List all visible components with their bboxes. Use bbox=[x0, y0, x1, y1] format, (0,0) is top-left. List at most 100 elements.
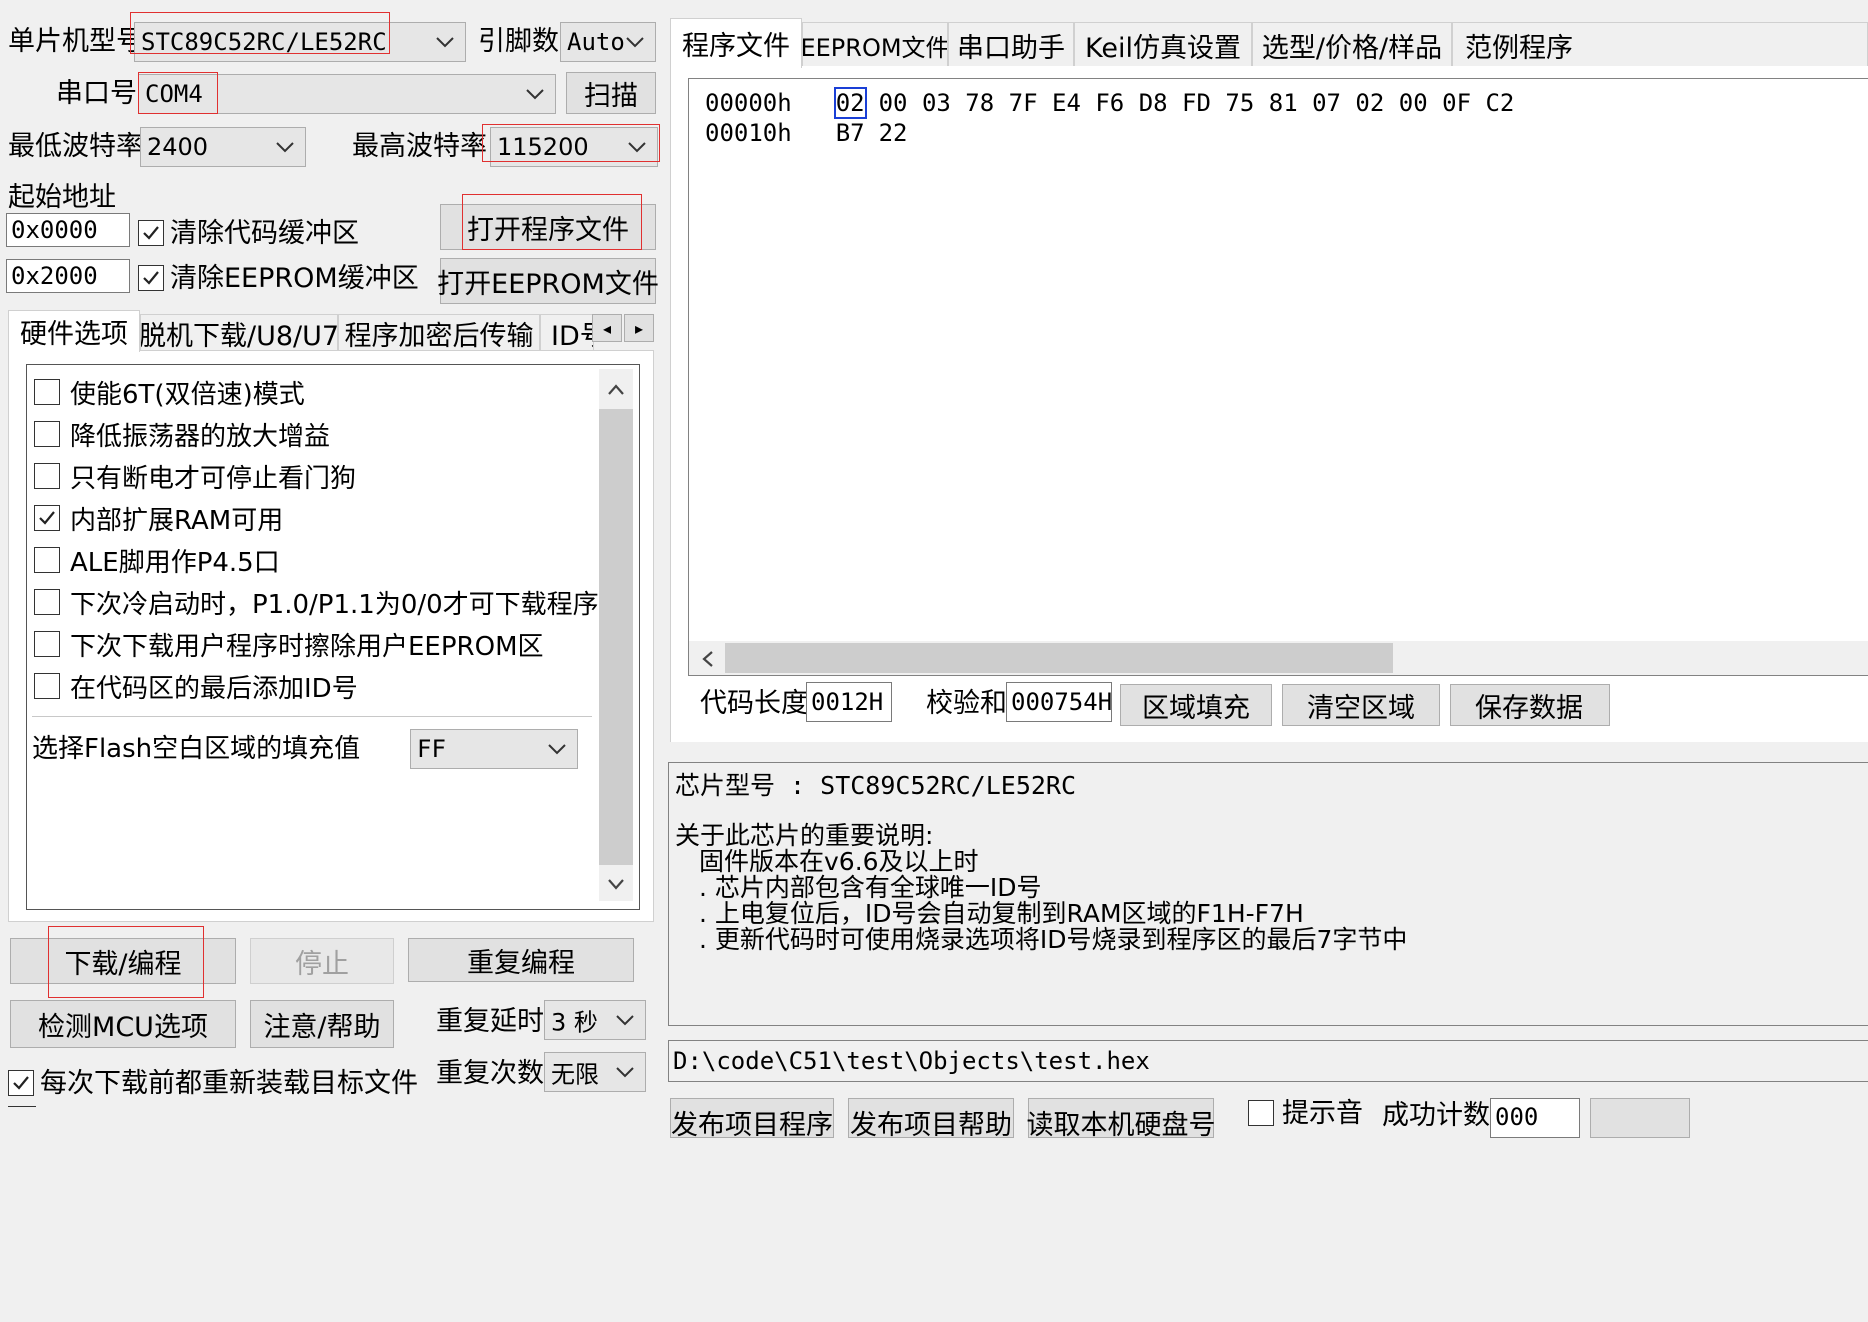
scroll-up-icon[interactable] bbox=[607, 383, 625, 397]
open-eeprom-file-button[interactable]: 打开EEPROM文件 bbox=[437, 258, 659, 304]
checkmark-icon bbox=[39, 511, 55, 525]
tab-id-number[interactable]: ID号 bbox=[540, 314, 594, 352]
scan-button[interactable]: 扫描 bbox=[566, 72, 656, 114]
beep-checkbox[interactable]: 提示音 bbox=[1248, 1100, 1363, 1130]
checkbox-box bbox=[34, 505, 60, 531]
checkbox-box bbox=[138, 220, 164, 246]
checkmark-icon bbox=[143, 226, 159, 240]
max-baud-label: 最高波特率 bbox=[352, 131, 487, 162]
cut-off-checkbox[interactable] bbox=[8, 1106, 36, 1110]
mcu-type-label: 单片机型号 bbox=[8, 26, 143, 57]
fill-value-select[interactable]: FF bbox=[410, 729, 578, 769]
pin-count-label: 引脚数 bbox=[478, 26, 559, 57]
clear-code-buffer-checkbox[interactable]: 清除代码缓冲区 bbox=[138, 216, 359, 250]
help-button[interactable]: 注意/帮助 bbox=[250, 1000, 394, 1048]
clear-eeprom-buffer-checkbox[interactable]: 清除EEPROM缓冲区 bbox=[138, 261, 419, 295]
tab-eeprom-file[interactable]: EEPROM文件 bbox=[802, 22, 948, 68]
eeprom-address-input[interactable]: 0x2000 bbox=[6, 259, 130, 293]
max-baud-select[interactable]: 115200 bbox=[490, 127, 658, 167]
scrollbar-thumb[interactable] bbox=[599, 409, 633, 865]
area-fill-button[interactable]: 区域填充 bbox=[1120, 684, 1272, 726]
options-divider bbox=[32, 716, 592, 717]
hardware-option-checkbox[interactable]: 下次冷启动时，P1.0/P1.1为0/0才可下载程序 bbox=[34, 582, 599, 622]
reset-count-button[interactable] bbox=[1590, 1098, 1690, 1138]
reload-before-download-checkbox[interactable]: 每次下载前都重新装载目标文件 bbox=[8, 1068, 418, 1098]
open-program-file-button[interactable]: 打开程序文件 bbox=[440, 204, 656, 250]
tab-program-file[interactable]: 程序文件 bbox=[670, 18, 802, 68]
checkbox-box bbox=[34, 421, 60, 447]
note-line: . 芯片内部包含有全球唯一ID号 bbox=[699, 873, 1042, 902]
repeat-delay-label: 重复延时 bbox=[436, 1006, 544, 1037]
tab-encrypted-transfer[interactable]: 程序加密后传输 bbox=[338, 314, 540, 352]
pin-count-value: Auto bbox=[567, 28, 625, 56]
hardware-option-checkbox[interactable]: ALE脚用作P4.5口 bbox=[34, 540, 280, 580]
max-baud-value: 115200 bbox=[497, 133, 589, 161]
hardware-option-checkbox[interactable]: 使能6T(双倍速)模式 bbox=[34, 372, 305, 412]
start-address-label: 起始地址 bbox=[8, 182, 116, 213]
repeat-count-label: 重复次数 bbox=[436, 1058, 544, 1089]
hex-byte[interactable]: B7 bbox=[836, 119, 865, 147]
save-data-button[interactable]: 保存数据 bbox=[1450, 684, 1610, 726]
scroll-left-icon[interactable] bbox=[701, 650, 715, 668]
checkmark-icon bbox=[143, 271, 159, 285]
port-label: 串口号 bbox=[56, 78, 137, 109]
tab-scroll-left-button[interactable]: ◂ bbox=[592, 314, 622, 342]
note-line: . 上电复位后，ID号会自动复制到RAM区域的F1H-F7H bbox=[699, 899, 1304, 928]
success-count-field: 000 bbox=[1490, 1098, 1580, 1138]
clear-code-buffer-label: 清除代码缓冲区 bbox=[170, 217, 359, 249]
tab-offline-download[interactable]: 脱机下载/U8/U7 bbox=[140, 314, 338, 352]
tab-keil-settings[interactable]: Keil仿真设置 bbox=[1074, 22, 1252, 68]
min-baud-label: 最低波特率 bbox=[8, 131, 143, 162]
code-address-input[interactable]: 0x0000 bbox=[6, 213, 130, 247]
tab-hardware-options[interactable]: 硬件选项 bbox=[8, 310, 140, 352]
tab-example-programs[interactable]: 范例程序 bbox=[1452, 22, 1868, 68]
reload-before-download-label: 每次下载前都重新装载目标文件 bbox=[40, 1067, 418, 1099]
chevron-down-icon bbox=[436, 37, 454, 48]
checkbox-box bbox=[34, 631, 60, 657]
tab-scroll-right-button[interactable]: ▸ bbox=[624, 314, 654, 342]
hardware-option-checkbox[interactable]: 内部扩展RAM可用 bbox=[34, 498, 283, 538]
repeat-program-button[interactable]: 重复编程 bbox=[408, 938, 634, 982]
scroll-down-icon[interactable] bbox=[607, 877, 625, 891]
hardware-option-label: 下次下载用户程序时擦除用户EEPROM区 bbox=[70, 631, 544, 662]
read-disk-id-button[interactable]: 读取本机硬盘号 bbox=[1027, 1098, 1216, 1141]
hex-address: 00000h bbox=[705, 89, 792, 117]
checkbox-box bbox=[34, 379, 60, 405]
hex-row: 00000h 02 00 03 78 7F E4 F6 D8 FD 75 81 07… bbox=[705, 87, 1515, 119]
options-scrollbar[interactable] bbox=[599, 369, 633, 901]
repeat-count-value: 无限 bbox=[551, 1060, 599, 1089]
repeat-delay-select[interactable]: 3 秒 bbox=[544, 1000, 646, 1040]
checkbox-box bbox=[34, 673, 60, 699]
hex-cursor-byte[interactable]: 02 bbox=[833, 87, 867, 119]
file-path-field: D:\code\C51\test\Objects\test.hex bbox=[668, 1040, 1868, 1082]
clear-area-button[interactable]: 清空区域 bbox=[1282, 684, 1440, 726]
hex-horizontal-scrollbar[interactable] bbox=[689, 641, 1868, 675]
hex-viewer[interactable]: 00000h 02 00 03 78 7F E4 F6 D8 FD 75 81 07… bbox=[688, 78, 1868, 676]
chevron-down-icon bbox=[616, 1015, 634, 1026]
port-select[interactable]: COM4 bbox=[138, 74, 556, 114]
hex-bytes: 00 03 78 7F E4 F6 D8 FD 75 81 07 02 00 0… bbox=[878, 89, 1515, 117]
min-baud-select[interactable]: 2400 bbox=[140, 127, 306, 167]
download-program-button[interactable]: 下载/编程 bbox=[10, 938, 236, 984]
hardware-option-checkbox[interactable]: 下次下载用户程序时擦除用户EEPROM区 bbox=[34, 624, 544, 664]
hardware-option-checkbox[interactable]: 在代码区的最后添加ID号 bbox=[34, 666, 358, 706]
chip-info-box: 芯片型号 : STC89C52RC/LE52RC 关于此芯片的重要说明: 固件版… bbox=[668, 762, 1868, 1026]
scrollbar-thumb[interactable] bbox=[725, 643, 1393, 673]
pin-count-select[interactable]: Auto bbox=[560, 22, 656, 62]
hardware-option-checkbox[interactable]: 只有断电才可停止看门狗 bbox=[34, 456, 356, 496]
success-count-label: 成功计数 bbox=[1382, 1100, 1490, 1131]
detect-mcu-options-button[interactable]: 检测MCU选项 bbox=[10, 1000, 236, 1048]
chip-model-line: 芯片型号 : STC89C52RC/LE52RC bbox=[675, 771, 1077, 800]
mcu-type-select[interactable]: STC89C52RC/LE52RC bbox=[134, 22, 466, 62]
publish-program-button[interactable]: 发布项目程序 bbox=[670, 1098, 834, 1141]
hardware-option-label: 下次冷启动时，P1.0/P1.1为0/0才可下载程序 bbox=[70, 589, 599, 620]
hex-row: 00010h B7 22 bbox=[705, 117, 908, 148]
hardware-option-checkbox[interactable]: 降低振荡器的放大增益 bbox=[34, 414, 330, 454]
tab-selection-price[interactable]: 选型/价格/样品 bbox=[1252, 22, 1452, 68]
tab-serial-assistant[interactable]: 串口助手 bbox=[948, 22, 1074, 68]
repeat-count-select[interactable]: 无限 bbox=[544, 1052, 646, 1092]
checkbox-box bbox=[34, 547, 60, 573]
stop-button[interactable]: 停止 bbox=[250, 938, 394, 984]
fill-value-value: FF bbox=[417, 735, 446, 763]
publish-help-button[interactable]: 发布项目帮助 bbox=[848, 1098, 1014, 1141]
